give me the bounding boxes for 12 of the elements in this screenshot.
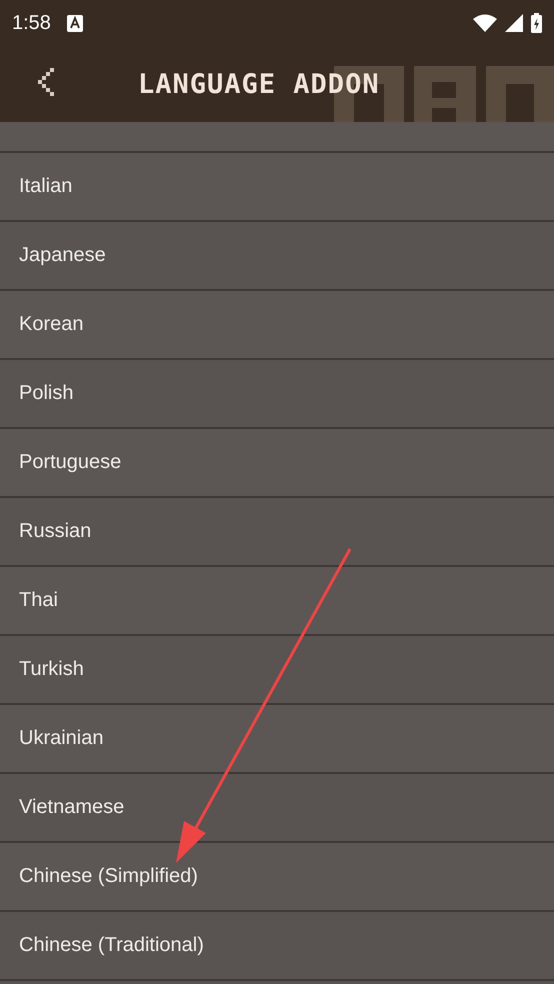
language-item[interactable]: Italian — [0, 153, 554, 222]
signal-icon — [505, 14, 523, 32]
battery-icon — [531, 13, 542, 33]
status-time: 1:58 — [12, 12, 51, 34]
language-item[interactable]: Ukrainian — [0, 705, 554, 774]
keyboard-icon — [66, 14, 83, 32]
screen-title: LANGUAGE ADDON — [138, 68, 380, 100]
language-item[interactable]: Chinese (Simplified) — [0, 843, 554, 912]
language-item[interactable]: Portuguese — [0, 429, 554, 498]
language-item[interactable]: Thai — [0, 567, 554, 636]
wifi-icon — [473, 14, 497, 32]
language-item[interactable]: Korean — [0, 291, 554, 360]
